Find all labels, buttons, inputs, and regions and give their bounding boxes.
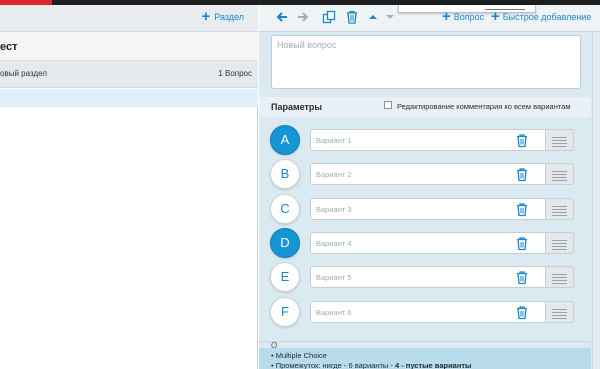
summary-panel: • Multiple Choice • Промежуток: нигде - …	[259, 348, 591, 369]
drag-handle[interactable]	[546, 198, 574, 220]
drag-handle[interactable]	[546, 129, 574, 151]
drag-handle[interactable]	[546, 163, 574, 185]
arrow-down-icon[interactable]	[383, 10, 397, 24]
trash-icon[interactable]	[515, 133, 529, 148]
selected-question-row[interactable]	[0, 89, 258, 107]
option-placeholder: Вариант 3	[316, 205, 352, 214]
answer-option-row: A Вариант 1	[259, 124, 591, 156]
params-header: Параметры Редактирование комментария ко …	[259, 97, 591, 117]
summary-range-text: • Промежуток: нигде - 6 варианты -	[271, 361, 395, 369]
option-text-input[interactable]: Вариант 4	[310, 232, 546, 254]
option-text-input[interactable]: Вариант 2	[310, 163, 546, 185]
summary-empty-options: 4 - пустые варианты	[394, 361, 472, 369]
option-text-input[interactable]: Вариант 1	[310, 129, 546, 151]
test-title: ест	[0, 41, 18, 53]
option-letter-button[interactable]: E	[270, 262, 300, 292]
answer-option-row: E Вариант 5	[259, 261, 591, 293]
question-placeholder: Новый вопрос	[277, 40, 337, 50]
edit-comment-label: Редактирование комментария ко всем вариа…	[397, 102, 571, 111]
answer-option-row: D Вариант 4	[259, 227, 591, 259]
option-text-input[interactable]: Вариант 5	[310, 266, 546, 288]
left-toolbar: + Раздел	[0, 5, 258, 32]
option-letter-button[interactable]: C	[270, 194, 300, 224]
trash-icon[interactable]	[515, 305, 529, 320]
params-title: Параметры	[271, 102, 323, 112]
option-placeholder: Вариант 1	[316, 136, 352, 145]
divider	[259, 341, 591, 342]
right-panel: + Вопрос + Быстрое добавление Новый вопр…	[259, 5, 600, 369]
trash-icon[interactable]	[515, 167, 529, 182]
trash-icon[interactable]	[515, 236, 529, 251]
answer-option-row: B Вариант 2	[259, 158, 591, 190]
section-row[interactable]: овый раздел 1 Вопрос	[0, 61, 258, 88]
copy-icon[interactable]	[322, 10, 336, 24]
drag-handle[interactable]	[546, 266, 574, 288]
section-name: овый раздел	[0, 69, 47, 78]
add-section-button[interactable]: + Раздел	[201, 8, 244, 25]
add-section-label: Раздел	[214, 12, 244, 22]
plus-icon: +	[201, 8, 211, 25]
section-question-count: 1 Вопрос	[218, 69, 252, 78]
drag-handle[interactable]	[546, 232, 574, 254]
answer-option-row: C Вариант 3	[259, 193, 591, 225]
option-placeholder: Вариант 5	[316, 273, 352, 282]
scrollbar[interactable]	[592, 32, 600, 369]
summary-line-type: • Multiple Choice	[271, 351, 327, 360]
test-title-row: ест	[0, 32, 258, 61]
add-question-label: Вопрос	[453, 12, 485, 22]
summary-line-range: • Промежуток: нигде - 6 варианты - 4 - п…	[271, 361, 471, 369]
trash-icon[interactable]	[515, 270, 529, 285]
quick-add-button[interactable]: + Быстрое добавление	[491, 8, 592, 25]
drag-handle[interactable]	[546, 301, 574, 323]
option-letter-button[interactable]: F	[270, 297, 300, 327]
option-placeholder: Вариант 2	[316, 170, 352, 179]
plus-icon: +	[442, 8, 451, 25]
question-text-input[interactable]: Новый вопрос	[271, 35, 581, 89]
option-letter-button[interactable]: B	[270, 159, 300, 189]
trash-icon[interactable]	[345, 10, 359, 24]
arrow-right-icon[interactable]	[296, 10, 310, 24]
left-panel: + Раздел ест овый раздел 1 Вопрос	[0, 5, 258, 369]
trash-icon[interactable]	[515, 202, 529, 217]
answer-option-row: F Вариант 6	[259, 296, 591, 328]
option-placeholder: Вариант 4	[316, 239, 352, 248]
quick-add-label: Быстрое добавление	[502, 12, 592, 22]
arrow-left-icon[interactable]	[275, 10, 289, 24]
option-placeholder: Вариант 6	[316, 308, 352, 317]
option-letter-button[interactable]: A	[270, 125, 300, 155]
option-letter-button[interactable]: D	[270, 228, 300, 258]
question-toolbar: + Вопрос + Быстрое добавление	[259, 5, 600, 32]
option-text-input[interactable]: Вариант 6	[310, 301, 546, 323]
option-text-input[interactable]: Вариант 3	[310, 198, 546, 220]
arrow-up-icon[interactable]	[366, 10, 380, 24]
edit-comment-checkbox[interactable]	[384, 101, 392, 109]
plus-icon: +	[491, 8, 500, 25]
add-question-button[interactable]: + Вопрос	[442, 8, 485, 25]
